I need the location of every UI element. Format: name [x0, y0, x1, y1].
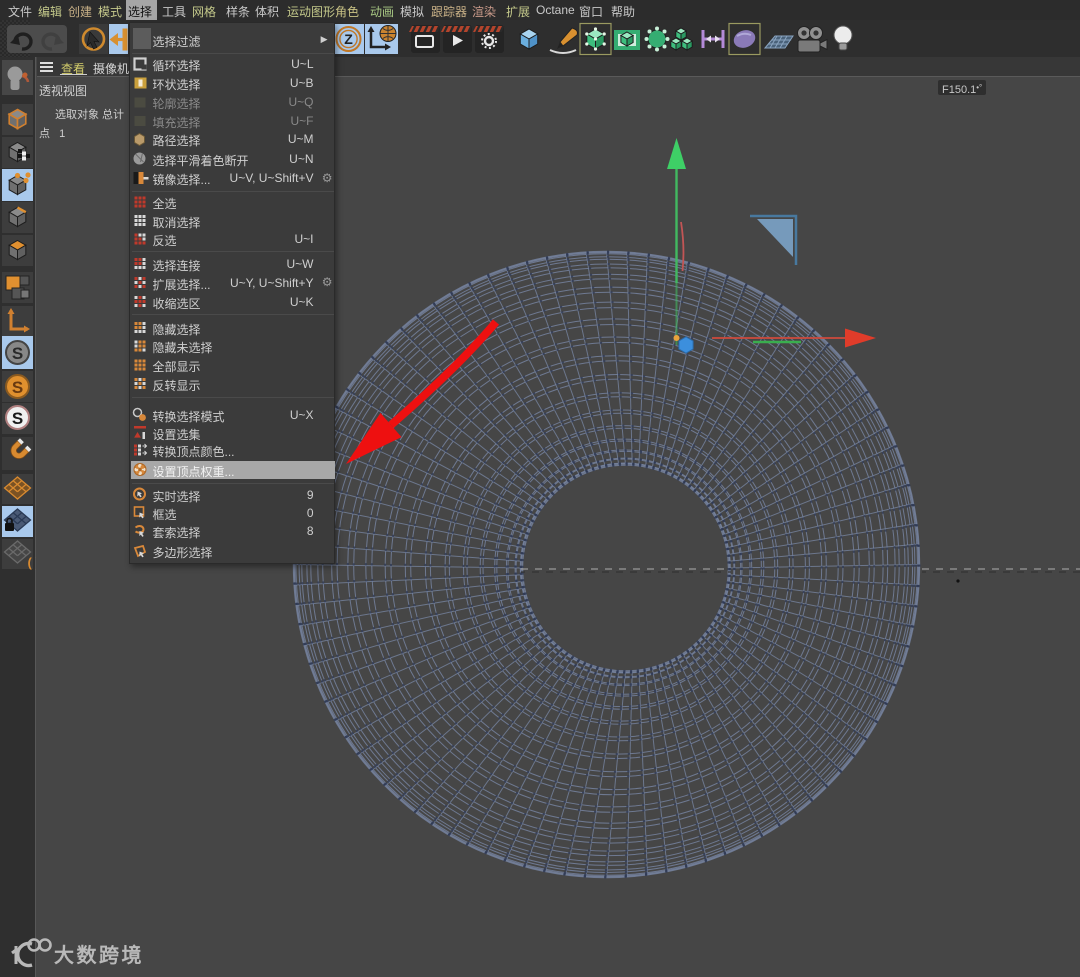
svg-text:Z: Z [344, 31, 353, 47]
svg-text:S: S [12, 344, 23, 363]
svg-text:大数跨境: 大数跨境 [54, 943, 144, 967]
svg-text:S: S [12, 378, 23, 397]
svg-text:S: S [12, 409, 23, 428]
svg-text:(): () [26, 556, 36, 571]
